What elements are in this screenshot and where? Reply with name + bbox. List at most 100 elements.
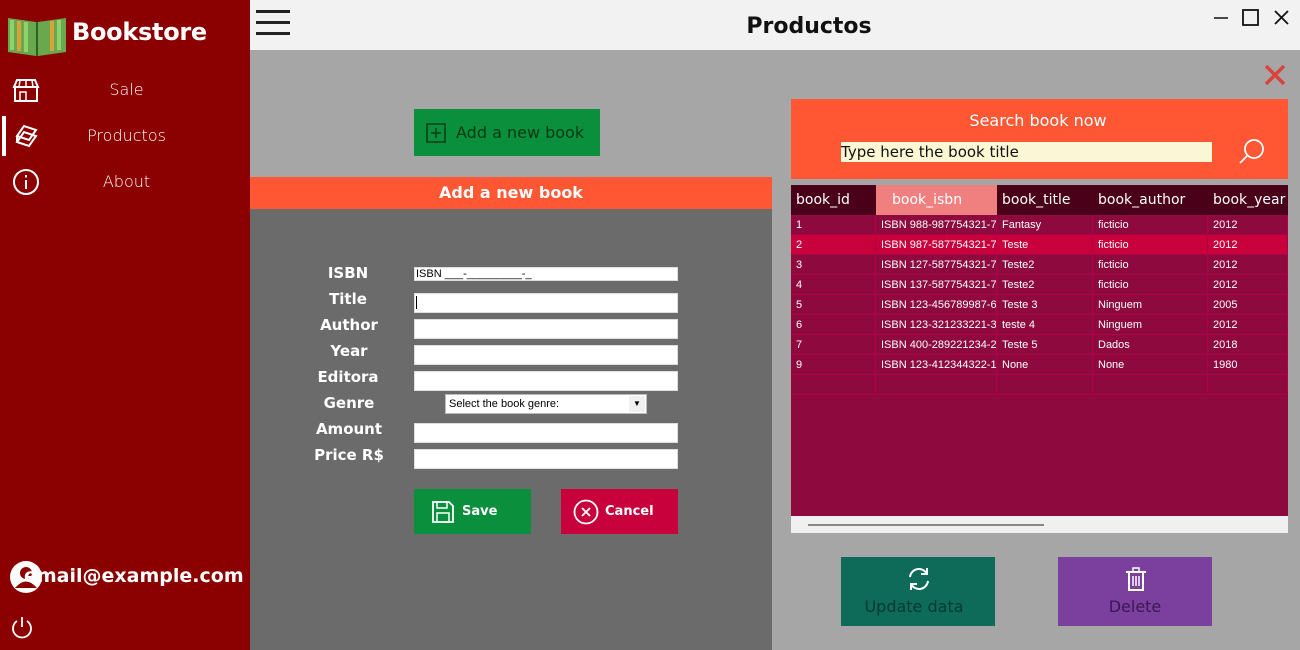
table-row[interactable]: 2 ISBN 987-587754321-7 Teste ficticio 2012 (791, 235, 1288, 255)
table-row[interactable]: 6 ISBN 123-321233221-3 teste 4 Ninguem 2012 (791, 315, 1288, 335)
editora-field[interactable] (414, 371, 678, 391)
horizontal-scrollbar[interactable] (791, 516, 1288, 533)
table-cell-book-id: 4 (791, 275, 876, 295)
table-cell-book-year (1208, 375, 1288, 395)
table-cell-book-id: 9 (791, 355, 876, 375)
table-cell-book-author: None (1093, 355, 1208, 375)
page-title: Productos (746, 14, 872, 39)
add-new-book-button[interactable]: Add a new book (414, 109, 600, 156)
table-cell-book-isbn: ISBN 137-587754321-7 (876, 275, 997, 295)
save-label: Save (462, 504, 498, 519)
column-header-book-title[interactable]: book_title (997, 185, 1093, 215)
year-field[interactable] (414, 345, 678, 365)
table-cell-book-year: 2012 (1208, 255, 1288, 275)
table-cell-book-author: ficticio (1093, 235, 1208, 255)
editora-label: Editora (317, 368, 379, 386)
price-field[interactable] (414, 449, 678, 469)
table-cell-book-author: ficticio (1093, 255, 1208, 275)
price-label: Price R$ (314, 446, 384, 464)
table-cell-book-id (791, 375, 876, 395)
search-icon[interactable] (1237, 137, 1267, 167)
sidebar-item-productos[interactable]: Productos (0, 116, 250, 156)
sidebar-item-about[interactable]: About (0, 162, 250, 202)
amount-field[interactable] (414, 423, 678, 443)
table-row[interactable]: 7 ISBN 400-289221234-2 Teste 5 Dados 2018 (791, 335, 1288, 355)
table-row[interactable]: 5 ISBN 123-456789987-6 Teste 3 Ninguem 2005 (791, 295, 1288, 315)
table-cell-book-title: Teste2 (997, 255, 1093, 275)
save-icon (432, 501, 454, 523)
maximize-icon[interactable] (1239, 6, 1263, 30)
table-cell-book-title: Teste 3 (997, 295, 1093, 315)
table-cell-book-id: 5 (791, 295, 876, 315)
search-title: Search book now (969, 111, 1107, 130)
user-email: email@example.com (24, 565, 244, 587)
cancel-label: Cancel (605, 504, 654, 519)
sidebar: Bookstore Sale Productos About email@exa… (0, 0, 250, 650)
column-header-book-author[interactable]: book_author (1093, 185, 1208, 215)
genre-label: Genre (323, 394, 375, 412)
search-input[interactable] (841, 142, 1212, 162)
table-header: book_id book_isbn book_title book_author boo… (791, 185, 1288, 215)
table-cell-book-isbn (876, 375, 997, 395)
scrollbar-thumb[interactable] (808, 524, 1044, 526)
update-data-button[interactable]: Update data (841, 557, 995, 626)
table-cell-book-author: ficticio (1093, 275, 1208, 295)
table-cell-book-isbn: ISBN 123-456789987-6 (876, 295, 997, 315)
sidebar-item-label: About (102, 172, 151, 191)
year-label: Year (330, 342, 368, 360)
delete-label: Delete (1108, 597, 1162, 616)
isbn-label: ISBN (327, 264, 369, 282)
table-row[interactable]: 4 ISBN 137-587754321-7 Teste2 ficticio 2012 (791, 275, 1288, 295)
table-cell-book-author: ficticio (1093, 215, 1208, 235)
close-icon[interactable] (1262, 62, 1288, 88)
table-cell-book-year: 2012 (1208, 275, 1288, 295)
genre-select-value: Select the book genre: (449, 398, 560, 410)
table-cell-book-isbn: ISBN 400-289221234-2 (876, 335, 997, 355)
table-row[interactable] (791, 375, 1288, 395)
sidebar-item-sale[interactable]: Sale (0, 70, 250, 110)
table-cell-book-title (997, 375, 1093, 395)
cancel-button[interactable]: Cancel (561, 489, 678, 534)
column-header-book-id[interactable]: book_id (791, 185, 876, 215)
close-window-icon[interactable] (1270, 6, 1294, 30)
table-cell-book-id: 6 (791, 315, 876, 335)
title-label: Title (329, 290, 367, 308)
add-icon (426, 123, 446, 143)
table-cell-book-year: 2018 (1208, 335, 1288, 355)
table-cell-book-title: Fantasy (997, 215, 1093, 235)
trash-icon (1126, 567, 1146, 591)
refresh-icon (909, 568, 929, 590)
minimize-icon[interactable] (1210, 6, 1234, 30)
table-cell-book-author (1093, 375, 1208, 395)
brand-name: Bookstore (72, 18, 207, 46)
title-field[interactable] (414, 293, 678, 313)
delete-button[interactable]: Delete (1058, 557, 1212, 626)
amount-label: Amount (315, 420, 383, 438)
form-header: Add a new book (250, 177, 772, 209)
table-cell-book-author: Dados (1093, 335, 1208, 355)
sidebar-item-label: Sale (109, 80, 144, 99)
table-cell-book-title: teste 4 (997, 315, 1093, 335)
table-row[interactable]: 3 ISBN 127-587754321-7 Teste2 ficticio 2012 (791, 255, 1288, 275)
author-field[interactable] (414, 319, 678, 339)
chevron-down-icon: ▼ (629, 396, 645, 412)
table-cell-book-title: Teste2 (997, 275, 1093, 295)
search-panel: Search book now (791, 99, 1288, 179)
isbn-field[interactable]: ISBN ___-_________-_ (414, 267, 678, 281)
genre-select[interactable]: Select the book genre: ▼ (445, 394, 647, 414)
add-new-book-label: Add a new book (456, 123, 585, 142)
table-cell-book-isbn: ISBN 988-987754321-7 (876, 215, 997, 235)
column-header-book-year[interactable]: book_year (1208, 185, 1288, 215)
power-icon[interactable] (9, 615, 35, 641)
table-cell-book-author: Ninguem (1093, 315, 1208, 335)
bookstore-logo-icon (8, 18, 66, 56)
table-row[interactable]: 1 ISBN 988-987754321-7 Fantasy ficticio 2012 (791, 215, 1288, 235)
table-cell-book-title: None (997, 355, 1093, 375)
table-cell-book-year: 2012 (1208, 215, 1288, 235)
table-cell-book-id: 2 (791, 235, 876, 255)
table-row[interactable]: 9 ISBN 123-412344322-1 None None 1980 (791, 355, 1288, 375)
table-cell-book-isbn: ISBN 127-587754321-7 (876, 255, 997, 275)
column-header-book-isbn[interactable]: book_isbn (876, 185, 997, 215)
table-cell-book-title: Teste 5 (997, 335, 1093, 355)
save-button[interactable]: Save (414, 489, 531, 534)
